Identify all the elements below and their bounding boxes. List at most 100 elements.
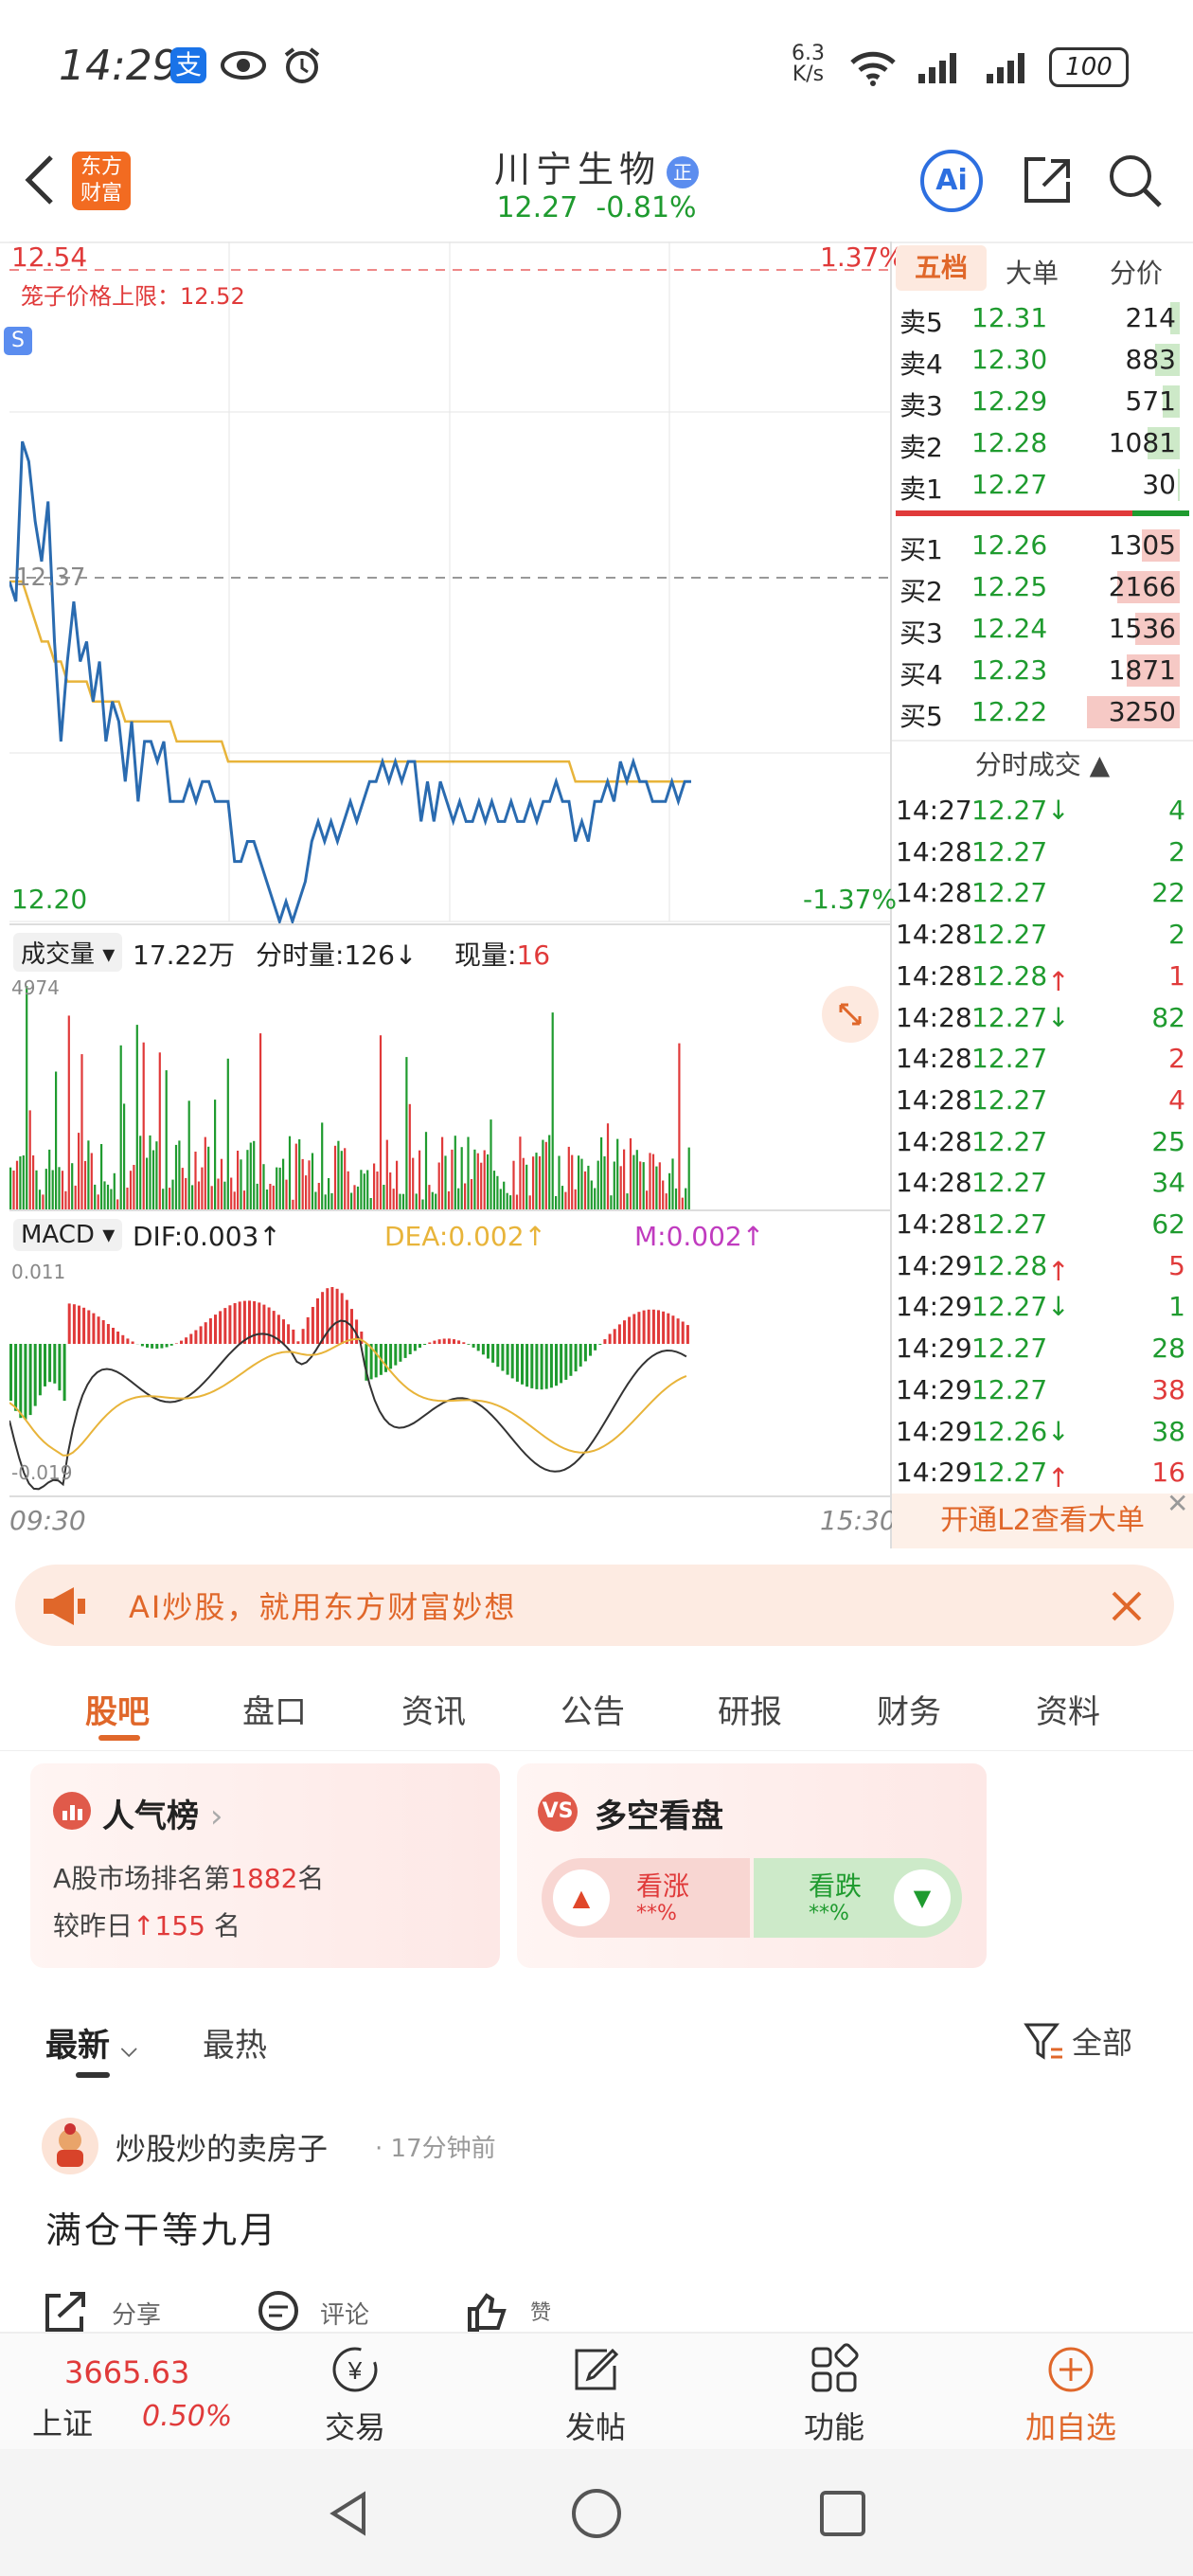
nav-func[interactable]: 功能 bbox=[763, 2343, 905, 2447]
macd-bar bbox=[58, 1344, 62, 1391]
ask-row[interactable]: 卖2 12.28 1081 bbox=[896, 421, 1180, 463]
nav-trade[interactable]: ¥ 交易 bbox=[284, 2343, 426, 2447]
signal-icon-1 bbox=[918, 53, 956, 83]
macd-tab[interactable]: MACD ▾ bbox=[13, 1219, 123, 1251]
bid-row[interactable]: 买5 12.22 3250 bbox=[896, 690, 1180, 732]
tab-pankou[interactable]: 盘口 bbox=[242, 1686, 307, 1732]
svg-text:¥: ¥ bbox=[347, 2356, 363, 2385]
volume-bar bbox=[590, 1180, 593, 1209]
tick-time: 14:28 bbox=[896, 1043, 972, 1075]
share-label[interactable]: 分享 bbox=[112, 2296, 161, 2331]
macd-bar bbox=[185, 1337, 188, 1344]
volume-bar bbox=[100, 1144, 103, 1209]
popular-card[interactable]: 人气榜 › A股市场排名第1882名 较昨日↑155 名 bbox=[30, 1763, 500, 1968]
volume-chart[interactable] bbox=[9, 973, 890, 1209]
ticks-title[interactable]: 分时成交 ▲ bbox=[892, 740, 1193, 789]
bear-button[interactable]: 看跌 **% ▼ bbox=[754, 1858, 962, 1938]
tab-news[interactable]: 资讯 bbox=[401, 1686, 466, 1732]
tab-notice[interactable]: 公告 bbox=[561, 1686, 625, 1732]
volume-bar bbox=[567, 1146, 570, 1209]
macd-bar bbox=[583, 1344, 587, 1362]
feed-hot[interactable]: 最热 bbox=[203, 2019, 267, 2066]
macd-bar bbox=[433, 1340, 436, 1344]
macd-bar bbox=[389, 1344, 393, 1369]
nav-recent-icon[interactable] bbox=[814, 2485, 871, 2542]
expand-button[interactable] bbox=[822, 986, 879, 1043]
macd-bar bbox=[628, 1316, 632, 1344]
volume-bar bbox=[555, 1196, 558, 1209]
post-content[interactable]: 满仓干等九月 bbox=[45, 2201, 278, 2253]
volume-bar bbox=[467, 1136, 470, 1209]
volume-bar bbox=[308, 1160, 311, 1209]
comment-label[interactable]: 评论 bbox=[320, 2296, 369, 2331]
search-icon[interactable] bbox=[1106, 152, 1165, 210]
share-icon[interactable] bbox=[1017, 152, 1076, 210]
back-icon[interactable] bbox=[19, 152, 61, 208]
level-price: 12.26 bbox=[971, 529, 1048, 561]
ask-row[interactable]: 卖5 12.31 214 bbox=[896, 296, 1180, 338]
volume-bar bbox=[460, 1147, 463, 1209]
tick-volume: 5 bbox=[1168, 1249, 1185, 1281]
like-icon[interactable] bbox=[464, 2290, 513, 2332]
volume-bar bbox=[353, 1185, 356, 1209]
tick-volume: 22 bbox=[1151, 877, 1185, 909]
macd-bar bbox=[428, 1342, 432, 1344]
tick-price: 12.27↓ bbox=[971, 795, 1070, 826]
avatar[interactable] bbox=[42, 2118, 98, 2174]
macd-bar bbox=[223, 1308, 227, 1344]
volume-bar bbox=[596, 1160, 599, 1209]
feed-filter[interactable]: 全部 bbox=[1072, 2019, 1132, 2063]
ask-row[interactable]: 卖4 12.30 883 bbox=[896, 338, 1180, 380]
tab-research[interactable]: 研报 bbox=[718, 1686, 782, 1732]
ask-row[interactable]: 卖1 12.27 30 bbox=[896, 463, 1180, 505]
volume-bar bbox=[80, 1054, 83, 1209]
bid-row[interactable]: 买3 12.24 1536 bbox=[896, 607, 1180, 649]
s-marker[interactable]: S bbox=[4, 327, 32, 355]
volume-bar bbox=[35, 1170, 38, 1209]
post-item[interactable]: 炒股炒的卖房子 · 17分钟前 满仓干等九月 分享 评论 赞 bbox=[0, 2114, 1193, 2332]
price-chart[interactable] bbox=[9, 242, 890, 923]
tab-finance[interactable]: 财务 bbox=[877, 1686, 941, 1732]
share-post-icon[interactable] bbox=[42, 2290, 91, 2332]
like-label[interactable]: 赞 bbox=[530, 2296, 551, 2326]
ai-button[interactable]: Ai bbox=[920, 150, 983, 212]
macd-chart[interactable] bbox=[9, 1259, 890, 1495]
nav-post[interactable]: 发帖 bbox=[525, 2343, 667, 2447]
tab-big[interactable]: 大单 bbox=[1006, 253, 1059, 291]
battery-icon: 100 bbox=[1049, 47, 1129, 87]
volume-bar bbox=[522, 1157, 525, 1209]
chart-panel: 12.54 1.37% 笼子价格上限：12.52 S 12.37 12.20 -… bbox=[4, 242, 904, 1548]
bid-row[interactable]: 买2 12.25 2166 bbox=[896, 565, 1180, 607]
index-widget[interactable]: 3665.63 上证 0.50% bbox=[0, 2334, 237, 2451]
nav-add[interactable]: 加自选 bbox=[1000, 2343, 1142, 2447]
ask-row[interactable]: 卖3 12.29 571 bbox=[896, 380, 1180, 421]
nav-home-icon[interactable] bbox=[568, 2485, 625, 2542]
post-author[interactable]: 炒股炒的卖房子 bbox=[116, 2125, 328, 2169]
macd-bar bbox=[418, 1344, 421, 1348]
tab-info[interactable]: 资料 bbox=[1036, 1686, 1100, 1732]
tab-price[interactable]: 分价 bbox=[1110, 253, 1163, 291]
volume-bar bbox=[373, 1163, 376, 1209]
level-label: 买5 bbox=[899, 701, 943, 732]
l2-close-icon[interactable]: ✕ bbox=[1166, 1488, 1188, 1519]
volume-tab[interactable]: 成交量 ▾ bbox=[13, 933, 123, 972]
volume-bar bbox=[185, 1177, 187, 1209]
feed-latest[interactable]: 最新 ⌵ bbox=[45, 2019, 137, 2066]
comment-icon[interactable] bbox=[254, 2290, 303, 2332]
tick-row: 14:28 12.27 62 bbox=[896, 1203, 1189, 1244]
bull-button[interactable]: ▲ 看涨 **% bbox=[542, 1858, 750, 1938]
bid-row[interactable]: 买1 12.26 1305 bbox=[896, 524, 1180, 565]
nav-back-icon[interactable] bbox=[322, 2485, 379, 2542]
macd-bar bbox=[564, 1344, 568, 1380]
bid-row[interactable]: 买4 12.23 1871 bbox=[896, 649, 1180, 690]
vs-icon: VS bbox=[538, 1792, 578, 1832]
volume-bar bbox=[328, 1178, 330, 1209]
banner-close-icon[interactable] bbox=[1108, 1587, 1146, 1625]
tab-five[interactable]: 五档 bbox=[896, 245, 987, 291]
ai-banner[interactable]: AI炒股，就用东方财富妙想 bbox=[15, 1565, 1174, 1646]
macd-bar bbox=[579, 1344, 582, 1367]
ask-bid-divider bbox=[896, 510, 1189, 516]
l2-promo[interactable]: 开通L2查看大单 bbox=[892, 1494, 1193, 1548]
filter-icon[interactable] bbox=[1023, 2021, 1064, 2063]
tab-guba[interactable]: 股吧 bbox=[85, 1686, 150, 1732]
